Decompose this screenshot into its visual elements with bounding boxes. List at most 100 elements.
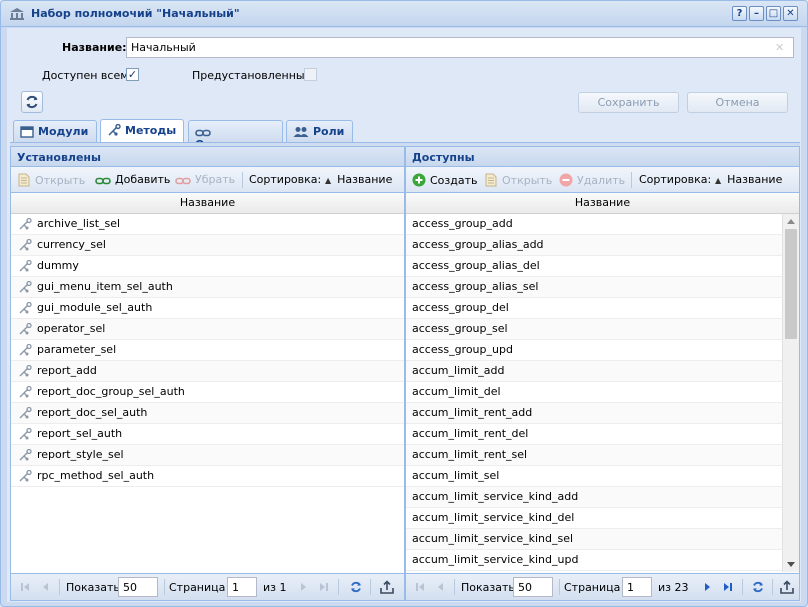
table-row[interactable]: accum_limit_del bbox=[406, 382, 783, 403]
table-row[interactable]: operator_sel bbox=[11, 319, 404, 340]
row-label: report_sel_auth bbox=[37, 427, 123, 440]
cancel-button[interactable]: Отмена bbox=[687, 92, 788, 113]
public-checkbox[interactable]: ✓ bbox=[126, 68, 139, 81]
users-icon bbox=[293, 127, 309, 137]
installed-open-button[interactable]: Открыть bbox=[17, 173, 85, 187]
table-row[interactable]: accum_limit_rent_del bbox=[406, 424, 783, 445]
table-row[interactable]: archive_list_sel bbox=[11, 214, 404, 235]
prev-page-icon[interactable] bbox=[37, 579, 53, 595]
installed-rows: archive_list_sel currency_sel dummy gui_men… bbox=[11, 214, 404, 487]
clear-icon[interactable]: ✕ bbox=[775, 41, 784, 54]
installed-column-header[interactable]: Название bbox=[11, 193, 404, 214]
table-row[interactable]: access_group_del bbox=[406, 298, 783, 319]
table-row[interactable]: accum_limit_service_kind_upd bbox=[406, 550, 783, 571]
prev-page-icon[interactable] bbox=[432, 579, 448, 595]
method-icon bbox=[19, 218, 32, 230]
scroll-up-icon[interactable] bbox=[787, 219, 795, 224]
page-number-input[interactable] bbox=[622, 577, 652, 597]
first-page-icon[interactable] bbox=[17, 579, 33, 595]
row-label: accum_limit_add bbox=[412, 364, 505, 377]
page-size-input[interactable] bbox=[513, 577, 553, 597]
table-row[interactable]: access_group_upd bbox=[406, 340, 783, 361]
scroll-down-icon[interactable] bbox=[787, 562, 795, 567]
installed-panel: Установлены Открыть Добавить Убрать Сорт… bbox=[10, 146, 405, 601]
table-row[interactable]: accum_limit_service_kind_del bbox=[406, 508, 783, 529]
method-icon bbox=[19, 239, 32, 251]
maximize-button[interactable]: □ bbox=[766, 6, 781, 21]
tab-modules[interactable]: Модули bbox=[13, 120, 97, 142]
tab-operations[interactable]: Операции bbox=[188, 120, 283, 151]
tab-label: Методы bbox=[125, 124, 177, 137]
last-page-icon[interactable] bbox=[720, 579, 736, 595]
available-column-header[interactable]: Название bbox=[406, 193, 799, 214]
available-open-button[interactable]: Открыть bbox=[484, 173, 552, 187]
available-scrollbar[interactable] bbox=[782, 214, 799, 572]
last-page-icon[interactable] bbox=[316, 579, 332, 595]
tab-methods[interactable]: Методы bbox=[100, 119, 184, 143]
tab-roles[interactable]: Роли bbox=[286, 120, 353, 142]
installed-add-button[interactable]: Добавить bbox=[95, 173, 170, 186]
table-row[interactable]: currency_sel bbox=[11, 235, 404, 256]
row-label: gui_menu_item_sel_auth bbox=[37, 280, 173, 293]
available-sort-button[interactable]: ▲ Название bbox=[715, 173, 782, 186]
table-row[interactable]: accum_limit_service_kind_add bbox=[406, 487, 783, 508]
save-button[interactable]: Сохранить bbox=[578, 92, 679, 113]
minimize-button[interactable]: – bbox=[749, 6, 764, 21]
page-count: из 23 bbox=[658, 581, 689, 594]
refresh-icon[interactable] bbox=[750, 579, 766, 595]
refresh-button[interactable] bbox=[21, 91, 43, 113]
window-titlebar[interactable]: Набор полномочий "Начальный" ? – □ ✕ bbox=[1, 1, 807, 27]
available-delete-button[interactable]: Удалить bbox=[559, 173, 625, 187]
table-row[interactable]: report_doc_group_sel_auth bbox=[11, 382, 404, 403]
method-icon bbox=[19, 260, 32, 272]
table-row[interactable]: access_group_alias_sel bbox=[406, 277, 783, 298]
paging-separator bbox=[370, 579, 371, 595]
row-label: rpc_method_sel_auth bbox=[37, 469, 155, 482]
page-number-input[interactable] bbox=[227, 577, 257, 597]
table-row[interactable]: report_style_sel bbox=[11, 445, 404, 466]
available-panel-title: Доступны bbox=[406, 147, 799, 167]
name-input[interactable] bbox=[126, 37, 794, 58]
row-label: report_doc_sel_auth bbox=[37, 406, 148, 419]
row-label: access_group_alias_add bbox=[412, 238, 544, 251]
table-row[interactable]: report_add bbox=[11, 361, 404, 382]
refresh-icon[interactable] bbox=[348, 579, 364, 595]
predefined-checkbox[interactable] bbox=[304, 68, 317, 81]
export-icon[interactable] bbox=[779, 579, 795, 595]
table-row[interactable]: access_group_alias_del bbox=[406, 256, 783, 277]
window-title: Набор полномочий "Начальный" bbox=[31, 7, 240, 20]
page-label: Страница bbox=[169, 581, 226, 594]
help-button[interactable]: ? bbox=[732, 6, 747, 21]
paging-separator bbox=[59, 579, 60, 595]
table-row[interactable]: accum_limit_rent_sel bbox=[406, 445, 783, 466]
installed-remove-button[interactable]: Убрать bbox=[175, 173, 235, 186]
first-page-icon[interactable] bbox=[412, 579, 428, 595]
installed-sort-button[interactable]: ▲ Название bbox=[325, 173, 392, 186]
table-row[interactable]: access_group_sel bbox=[406, 319, 783, 340]
table-row[interactable]: accum_limit_rent_add bbox=[406, 403, 783, 424]
table-row[interactable]: accum_limit_service_kind_sel bbox=[406, 529, 783, 550]
table-row[interactable]: dummy bbox=[11, 256, 404, 277]
installed-sort-label: Сортировка: bbox=[249, 173, 322, 186]
available-sort-label: Сортировка: bbox=[639, 173, 712, 186]
table-row[interactable]: gui_module_sel_auth bbox=[11, 298, 404, 319]
next-page-icon[interactable] bbox=[700, 579, 716, 595]
export-icon[interactable] bbox=[379, 579, 395, 595]
table-row[interactable]: accum_limit_sel bbox=[406, 466, 783, 487]
table-row[interactable]: accum_limit_add bbox=[406, 361, 783, 382]
next-page-icon[interactable] bbox=[296, 579, 312, 595]
table-row[interactable]: rpc_method_sel_auth bbox=[11, 466, 404, 487]
table-row[interactable]: parameter_sel bbox=[11, 340, 404, 361]
available-panel: Доступны Создать Открыть Удалить Сортиро… bbox=[405, 146, 800, 601]
table-row[interactable]: access_group_alias_add bbox=[406, 235, 783, 256]
table-row[interactable]: report_sel_auth bbox=[11, 424, 404, 445]
paging-separator bbox=[772, 579, 773, 595]
available-create-button[interactable]: Создать bbox=[412, 173, 478, 187]
table-row[interactable]: access_group_add bbox=[406, 214, 783, 235]
scroll-thumb[interactable] bbox=[785, 229, 797, 339]
row-label: parameter_sel bbox=[37, 343, 117, 356]
close-button[interactable]: ✕ bbox=[783, 6, 798, 21]
table-row[interactable]: report_doc_sel_auth bbox=[11, 403, 404, 424]
page-size-input[interactable] bbox=[118, 577, 158, 597]
table-row[interactable]: gui_menu_item_sel_auth bbox=[11, 277, 404, 298]
